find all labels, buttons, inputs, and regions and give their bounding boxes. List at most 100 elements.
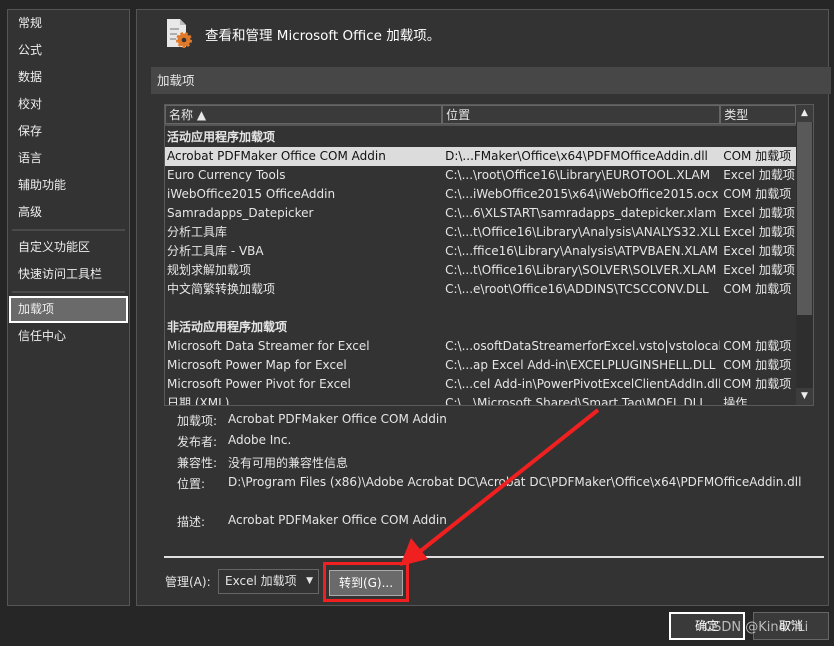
detail-label: 兼容性: bbox=[177, 456, 218, 470]
sidebar-item[interactable]: 数据 bbox=[8, 64, 129, 91]
panel-header: 查看和管理 Microsoft Office 加载项。 bbox=[165, 18, 440, 50]
sidebar-item[interactable]: 高级 bbox=[8, 199, 129, 226]
column-header-location[interactable]: 位置 bbox=[442, 105, 721, 124]
cell-type: COM 加载项 bbox=[723, 377, 792, 391]
cell-type: Excel 加载项 bbox=[723, 225, 795, 239]
chevron-down-icon: ▼ bbox=[306, 576, 313, 586]
cell-location: C:\...\root\Office16\Library\EUROTOOL.XL… bbox=[445, 168, 711, 182]
sidebar-item[interactable]: 保存 bbox=[8, 118, 129, 145]
detail-publisher: 发布者: Adobe Inc. bbox=[177, 433, 291, 450]
cell-type: COM 加载项 bbox=[723, 187, 792, 201]
goto-button[interactable]: 转到(G)... bbox=[329, 570, 403, 596]
group-title: 活动应用程序加载项 bbox=[167, 130, 276, 144]
addins-gear-icon bbox=[167, 19, 192, 48]
group-header: 非活动应用程序加载项 bbox=[165, 318, 796, 337]
cell-name: Microsoft Power Map for Excel bbox=[167, 358, 347, 372]
column-header-type[interactable]: 类型 bbox=[720, 105, 796, 124]
cell-location: C:\...e\root\Office16\ADDINS\TCSCCONV.DL… bbox=[445, 282, 709, 296]
cancel-button[interactable]: 取消 bbox=[753, 612, 829, 640]
cell-location: C:\...osoftDataStreamerforExcel.vsto|vst… bbox=[445, 339, 721, 353]
table-header: 名称 ▲ 位置 类型 bbox=[165, 105, 796, 126]
cell-location: C:\...6\XLSTART\samradapps_datepicker.xl… bbox=[445, 206, 717, 220]
cell-location: C:\...\Microsoft Shared\Smart Tag\MOFL.D… bbox=[445, 396, 707, 406]
panel-title: 查看和管理 Microsoft Office 加载项。 bbox=[205, 28, 441, 44]
addins-table[interactable]: 名称 ▲ 位置 类型 活动应用程序加载项 Acrobat PDFMaker Off… bbox=[164, 104, 814, 406]
cell-type: COM 加载项 bbox=[723, 358, 792, 372]
cell-name: 规划求解加载项 bbox=[167, 263, 252, 277]
table-row[interactable]: 分析工具库 C:\...t\Office16\Library\Analysis\A… bbox=[165, 223, 796, 242]
sidebar-item[interactable]: 公式 bbox=[8, 37, 129, 64]
table-row[interactable]: Microsoft Power Pivot for Excel C:\...cel… bbox=[165, 375, 796, 394]
cell-name: 分析工具库 bbox=[167, 225, 228, 239]
scroll-down-icon[interactable]: ▼ bbox=[796, 388, 813, 405]
detail-value: D:\Program Files (x86)\Adobe Acrobat DC\… bbox=[228, 475, 802, 489]
cell-name: Samradapps_Datepicker bbox=[167, 206, 314, 220]
cell-type: COM 加载项 bbox=[723, 149, 792, 163]
vertical-scrollbar[interactable]: ▲ ▼ bbox=[796, 105, 813, 405]
cell-name: Microsoft Power Pivot for Excel bbox=[167, 377, 351, 391]
cell-location: C:\...cel Add-in\PowerPivotExcelClientAd… bbox=[445, 377, 721, 391]
sidebar-item[interactable]: 语言 bbox=[8, 145, 129, 172]
cell-type: COM 加载项 bbox=[723, 339, 792, 353]
cell-location: C:\...t\Office16\Library\SOLVER\SOLVER.X… bbox=[445, 263, 717, 277]
sidebar-item[interactable]: 快速访问工具栏 bbox=[8, 261, 129, 288]
addins-panel: 查看和管理 Microsoft Office 加载项。 加载项 名称 ▲ 位置 … bbox=[136, 9, 831, 606]
sidebar-item[interactable]: 自定义功能区 bbox=[8, 234, 129, 261]
table-row[interactable]: Euro Currency Tools C:\...\root\Office16\… bbox=[165, 166, 796, 185]
detail-location: 位置: D:\Program Files (x86)\Adobe Acrobat … bbox=[177, 475, 801, 492]
table-row[interactable]: 分析工具库 - VBA C:\...ffice16\Library\Analysi… bbox=[165, 242, 796, 261]
table-row[interactable]: iWebOffice2015 OfficeAddin C:\...iWebOffi… bbox=[165, 185, 796, 204]
sidebar-item[interactable]: 校对 bbox=[8, 91, 129, 118]
cell-name: 日期 (XML) bbox=[167, 396, 230, 406]
options-sidebar: 常规 公式 数据 校对 保存 语言 辅助功能 高级自定义功能区 快速访问工具栏 加载项 信任中心 bbox=[7, 9, 130, 606]
cell-location: C:\...iWebOffice2015\x64\iWebOffice2015.… bbox=[445, 187, 719, 201]
detail-compat: 兼容性: 没有可用的兼容性信息 bbox=[177, 454, 348, 471]
cell-location: C:\...t\Office16\Library\Analysis\ANALYS… bbox=[445, 225, 721, 239]
detail-value: Adobe Inc. bbox=[228, 433, 292, 447]
sidebar-item[interactable]: 加载项 bbox=[9, 296, 128, 323]
cell-location: C:\...ffice16\Library\Analysis\ATPVBAEN.… bbox=[445, 244, 719, 258]
table-row[interactable]: 中文简繁转换加载项 C:\...e\root\Office16\ADDINS\TC… bbox=[165, 280, 796, 299]
table-row[interactable]: Microsoft Data Streamer for Excel C:\...o… bbox=[165, 337, 796, 356]
detail-value: 没有可用的兼容性信息 bbox=[228, 456, 349, 470]
table-row[interactable]: Acrobat PDFMaker Office COM Addin D:\...F… bbox=[165, 147, 796, 166]
sidebar-item[interactable]: 常规 bbox=[8, 10, 129, 37]
column-header-name[interactable]: 名称 ▲ bbox=[165, 105, 443, 124]
group-title: 非活动应用程序加载项 bbox=[167, 320, 288, 334]
table-row[interactable]: Microsoft Power Map for Excel C:\...ap Ex… bbox=[165, 356, 796, 375]
manage-select-value: Excel 加载项 bbox=[225, 574, 297, 588]
manage-label: 管理(A): bbox=[165, 575, 211, 589]
table-row[interactable]: Samradapps_Datepicker C:\...6\XLSTART\sam… bbox=[165, 204, 796, 223]
cell-name: 中文简繁转换加载项 bbox=[167, 282, 276, 296]
scroll-thumb[interactable] bbox=[797, 122, 812, 315]
section-header: 加载项 bbox=[151, 67, 831, 94]
detail-value: Acrobat PDFMaker Office COM Addin bbox=[228, 412, 447, 426]
cell-type: Excel 加载项 bbox=[723, 263, 795, 277]
cell-location: C:\...ap Excel Add-in\EXCELPLUGINSHELL.D… bbox=[445, 358, 716, 372]
cell-name: Acrobat PDFMaker Office COM Addin bbox=[167, 149, 386, 163]
detail-addin: 加载项: Acrobat PDFMaker Office COM Addin bbox=[177, 412, 447, 429]
detail-label: 加载项: bbox=[177, 414, 218, 428]
cell-name: 分析工具库 - VBA bbox=[167, 244, 264, 258]
sidebar-divider bbox=[12, 291, 125, 293]
sidebar-item[interactable]: 信任中心 bbox=[8, 323, 129, 350]
cell-type: 操作 bbox=[723, 396, 748, 406]
cell-name: Euro Currency Tools bbox=[167, 168, 286, 182]
detail-description: 描述: Acrobat PDFMaker Office COM Addin bbox=[177, 513, 447, 530]
cell-location: D:\...FMaker\Office\x64\PDFMOfficeAddin.… bbox=[445, 149, 708, 163]
table-row[interactable]: 规划求解加载项 C:\...t\Office16\Library\SOLVER\S… bbox=[165, 261, 796, 280]
cell-type: Excel 加载项 bbox=[723, 168, 795, 182]
table-row[interactable]: 日期 (XML) C:\...\Microsoft Shared\Smart Ta… bbox=[165, 394, 796, 406]
divider bbox=[164, 556, 824, 558]
ok-button[interactable]: 确定 bbox=[669, 612, 745, 640]
table-body: 活动应用程序加载项 Acrobat PDFMaker Office COM Add… bbox=[165, 128, 796, 406]
group-header: 活动应用程序加载项 bbox=[165, 128, 796, 147]
manage-select[interactable]: Excel 加载项 ▼ bbox=[218, 569, 319, 594]
scroll-up-icon[interactable]: ▲ bbox=[796, 105, 813, 122]
detail-value: Acrobat PDFMaker Office COM Addin bbox=[228, 513, 447, 527]
detail-label: 位置: bbox=[177, 477, 206, 491]
sidebar-item[interactable]: 辅助功能 bbox=[8, 172, 129, 199]
cell-name: iWebOffice2015 OfficeAddin bbox=[167, 187, 336, 201]
detail-label: 发布者: bbox=[177, 435, 218, 449]
detail-label: 描述: bbox=[177, 515, 206, 529]
